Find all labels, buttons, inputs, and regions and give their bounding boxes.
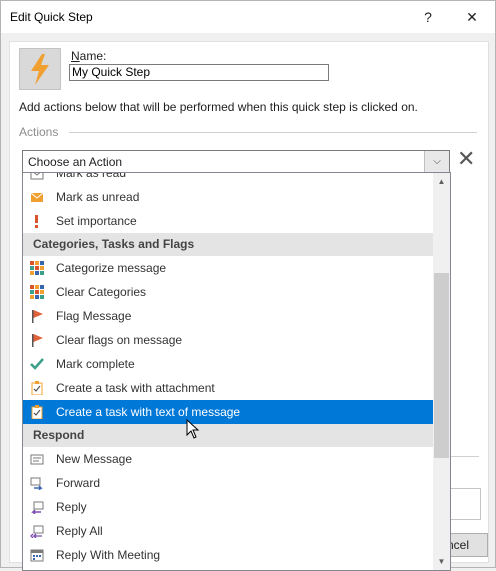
list-item[interactable]: Mark as unread (23, 185, 433, 209)
list-item-label: Create a task with attachment (56, 381, 215, 395)
task-clipboard-icon (30, 381, 44, 396)
list-item-label: Respond (33, 428, 85, 442)
list-item-label: Forward (56, 476, 101, 490)
delete-action-icon[interactable]: ✕ (457, 148, 475, 170)
list-item[interactable]: Reply All (23, 519, 433, 543)
actions-divider (69, 132, 477, 133)
task-clipboard-icon (30, 405, 44, 420)
envelope-open-icon (30, 173, 44, 180)
list-item-label: Reply With Meeting (56, 548, 161, 562)
action-combobox[interactable]: Choose an Action ⌵ (22, 150, 450, 174)
category-grid-icon (30, 285, 44, 299)
list-item-label: Flag Message (56, 309, 132, 323)
forward-icon (30, 476, 44, 491)
list-item-label: Reply (56, 500, 87, 514)
list-item[interactable]: Clear flags on message (23, 328, 433, 352)
list-item[interactable]: Reply (23, 495, 433, 519)
list-section-header: Categories, Tasks and Flags (23, 233, 433, 256)
new-message-icon (30, 452, 44, 466)
list-item-label: Mark as unread (56, 190, 140, 204)
close-button[interactable]: ✕ (449, 1, 495, 33)
scroll-up-icon[interactable]: ▲ (433, 173, 450, 190)
quick-step-icon-button[interactable] (19, 48, 61, 90)
list-item[interactable]: New Message (23, 447, 433, 471)
flag-icon (30, 333, 44, 347)
list-item[interactable]: Reply With Meeting (23, 543, 433, 567)
actions-section-label: Actions (19, 125, 59, 139)
list-item-label: Clear flags on message (56, 333, 183, 347)
list-item-label: Categorize message (56, 261, 167, 275)
scroll-down-icon[interactable]: ▼ (433, 553, 450, 570)
list-item[interactable]: Mark complete (23, 352, 433, 376)
description-text: Add actions below that will be performed… (19, 100, 418, 114)
chevron-down-icon[interactable]: ⌵ (424, 151, 449, 173)
scroll-thumb[interactable] (434, 273, 449, 458)
list-item-selected[interactable]: Create a task with text of message (23, 400, 433, 424)
scrollbar[interactable]: ▲ ▼ (433, 173, 450, 570)
action-list: Mark as read Mark as unread Set importance… (23, 172, 433, 567)
mouse-cursor-icon (186, 419, 200, 439)
cancel-button[interactable]: ncel (448, 533, 488, 557)
title-bar: Edit Quick Step ? ✕ (1, 1, 495, 33)
list-item-label: Create a task with text of message (56, 405, 241, 419)
list-section-header: Respond (23, 424, 433, 447)
list-item[interactable]: Flag Message (23, 304, 433, 328)
list-item[interactable]: Forward (23, 471, 433, 495)
envelope-closed-icon (30, 190, 44, 204)
name-label: Name: (71, 49, 107, 63)
list-item-label: Mark as read (56, 172, 127, 180)
list-item-label: Clear Categories (56, 285, 147, 299)
dialog-title: Edit Quick Step (10, 10, 93, 24)
list-item-label: Set importance (56, 214, 137, 228)
calendar-icon (30, 548, 44, 562)
flag-icon (30, 309, 44, 323)
reply-icon (30, 500, 44, 515)
action-dropdown-list[interactable]: Mark as read Mark as unread Set importance… (22, 172, 451, 571)
list-item[interactable]: Categorize message (23, 256, 433, 280)
exclamation-icon (30, 214, 44, 228)
category-grid-icon (30, 261, 44, 275)
help-button[interactable]: ? (405, 1, 451, 33)
list-item[interactable]: Set importance (23, 209, 433, 233)
list-item-label: Categories, Tasks and Flags (33, 237, 195, 251)
behind-divider (449, 456, 479, 457)
action-combobox-value: Choose an Action (28, 155, 123, 169)
list-item-label: Mark complete (56, 357, 135, 371)
checkmark-icon (30, 357, 44, 371)
list-item-label: New Message (56, 452, 133, 466)
lightning-bolt-icon (31, 54, 49, 85)
name-input[interactable]: My Quick Step (69, 64, 329, 81)
list-item-label: Reply All (56, 524, 103, 538)
list-item[interactable]: Create a task with attachment (23, 376, 433, 400)
reply-all-icon (30, 524, 44, 539)
list-item[interactable]: Mark as read (23, 172, 433, 185)
shortcut-box (449, 488, 481, 520)
list-item[interactable]: Clear Categories (23, 280, 433, 304)
edit-quick-step-dialog: Edit Quick Step ? ✕ Name: My Quick Step … (0, 0, 496, 571)
